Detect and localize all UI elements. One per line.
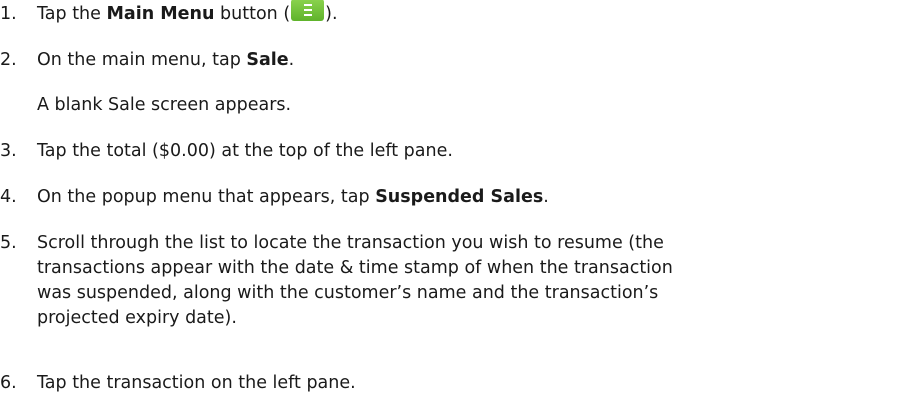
step-number: 6. bbox=[0, 373, 17, 393]
step-text-middle: button ( bbox=[214, 4, 291, 24]
step-text: On the popup menu that appears, tap Susp… bbox=[37, 185, 549, 210]
main-menu-icon bbox=[291, 0, 325, 21]
step-number: 3. bbox=[0, 141, 17, 161]
step-bold-term: Main Menu bbox=[106, 4, 215, 24]
step-bold-term: Sale bbox=[246, 50, 289, 70]
step-number: 4. bbox=[0, 187, 17, 207]
step-text-prefix: On the popup menu that appears, tap bbox=[37, 187, 376, 207]
step-number: 1. bbox=[0, 4, 17, 24]
step-number: 5. bbox=[0, 233, 17, 253]
step-text-suffix: . bbox=[288, 50, 295, 70]
step-text-line: transactions appear with the date & time… bbox=[37, 258, 673, 278]
step-text: Tap the total ($0.00) at the top of the … bbox=[37, 141, 453, 161]
step-text-line: was suspended, along with the customer’s… bbox=[37, 283, 659, 303]
step-number: 2. bbox=[0, 50, 17, 70]
step-text: Tap the Main Menu button (). bbox=[37, 0, 338, 27]
step-text-prefix: Tap the bbox=[37, 4, 107, 24]
instruction-list: 1. Tap the Main Menu button (). 2. On th… bbox=[0, 0, 919, 404]
step-2-note: A blank Sale screen appears. bbox=[37, 95, 292, 115]
step-text: On the main menu, tap Sale. bbox=[37, 48, 294, 73]
step-text-suffix: ). bbox=[325, 4, 338, 24]
step-text-line: projected expiry date). bbox=[37, 308, 237, 328]
step-text-prefix: On the main menu, tap bbox=[37, 50, 247, 70]
step-bold-term: Suspended Sales bbox=[375, 187, 544, 207]
step-text-suffix: . bbox=[543, 187, 549, 207]
step-5-text: Scroll through the list to locate the tr… bbox=[37, 231, 673, 331]
step-text: Tap the transaction on the left pane. bbox=[37, 373, 356, 393]
step-text-line: Scroll through the list to locate the tr… bbox=[37, 233, 664, 253]
